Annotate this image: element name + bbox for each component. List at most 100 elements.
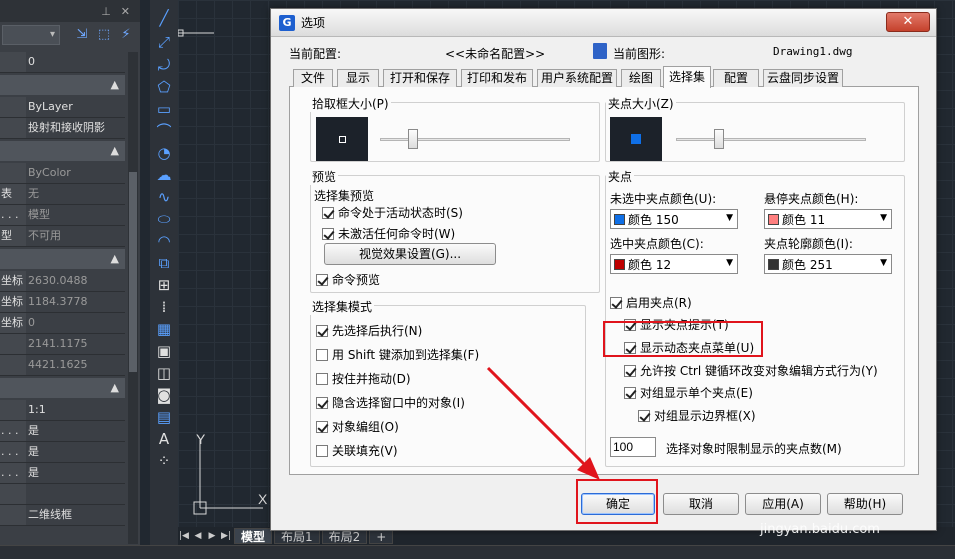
pin-icon[interactable]: ⊥ [101, 5, 111, 18]
property-row[interactable]: ByColor [0, 163, 125, 184]
ray-icon[interactable]: ⤢ [154, 32, 174, 52]
polygon-icon[interactable]: ⬠ [154, 77, 174, 97]
property-row[interactable] [0, 484, 125, 505]
ctrl-cycle-checkbox[interactable]: 允许按 Ctrl 键循环改变对象编辑方式行为(Y) [624, 362, 878, 379]
tab-cloud-sync[interactable]: 云盘同步设置 [763, 69, 843, 87]
ellipse-arc-icon[interactable]: ◠ [154, 231, 174, 251]
object-type-select[interactable]: ▾ [2, 25, 60, 45]
tab-open-save[interactable]: 打开和保存 [383, 69, 457, 87]
group-bbox-checkbox[interactable]: 对组显示边界框(X) [638, 407, 756, 424]
tab-model[interactable]: 模型 [234, 528, 273, 544]
property-group-header[interactable]: ▲ [0, 378, 125, 398]
property-row[interactable]: . . .是 [0, 442, 125, 463]
implied-window-checkbox[interactable]: 隐含选择窗口中的对象(I) [316, 394, 465, 411]
panel-scrollbar[interactable] [128, 52, 138, 544]
property-key: 表 [0, 184, 26, 204]
press-drag-checkbox[interactable]: 按住并拖动(D) [316, 370, 411, 387]
select-objects-icon[interactable]: ⬚ [96, 27, 112, 43]
next-tab-icon[interactable]: ▶ [206, 531, 218, 541]
help-button[interactable]: 帮助(H) [827, 493, 903, 515]
prev-tab-icon[interactable]: ◀ [192, 531, 204, 541]
tab-files[interactable]: 文件 [293, 69, 333, 87]
selected-color-select[interactable]: 颜色 12 ▼ [610, 254, 738, 274]
cancel-button[interactable]: 取消 [663, 493, 739, 515]
property-row[interactable]: 二维线框 [0, 505, 125, 526]
pickbox-slider-thumb[interactable] [408, 129, 418, 149]
property-row[interactable]: 1:1 [0, 400, 125, 421]
draw-toolbar: ╱ ⤢ ⤾ ⬠ ▭ ⌒ ◔ ☁ ∿ ⬭ ◠ ⧉ ⊞ ⁞ ▦ ▣ ◫ ◙ ▤ A … [150, 0, 178, 545]
mtext-icon[interactable]: A [154, 429, 174, 449]
tab-plot-publish[interactable]: 打印和发布 [461, 69, 533, 87]
property-value: 不可用 [26, 226, 125, 246]
property-row[interactable]: . . .是 [0, 421, 125, 442]
point-icon[interactable]: ⁞ [154, 297, 174, 317]
preview-when-active-checkbox[interactable]: 命令处于活动状态时(S) [322, 204, 463, 221]
property-group-header[interactable]: ▲ [0, 141, 125, 161]
property-row[interactable]: 型不可用 [0, 226, 125, 247]
close-icon[interactable]: ✕ [121, 5, 130, 18]
close-button[interactable]: ✕ [886, 12, 930, 32]
apply-button[interactable]: 应用(A) [745, 493, 821, 515]
object-grouping-checkbox[interactable]: 对象编组(O) [316, 418, 399, 435]
tab-selection[interactable]: 选择集 [663, 66, 711, 88]
unselected-color-select[interactable]: 颜色 150 ▼ [610, 209, 738, 229]
rectangle-icon[interactable]: ▭ [154, 99, 174, 119]
table-icon[interactable]: ▤ [154, 407, 174, 427]
line-icon[interactable]: ╱ [154, 8, 174, 28]
noun-verb-checkbox[interactable]: 先选择后执行(N) [316, 322, 422, 339]
preview-when-idle-checkbox[interactable]: 未激活任何命令时(W) [322, 225, 455, 242]
property-row[interactable]: 坐标 0 [0, 313, 125, 334]
single-group-grip-checkbox[interactable]: 对组显示单个夹点(E) [624, 384, 753, 401]
first-tab-icon[interactable]: |◀ [178, 531, 190, 541]
grip-size-slider-thumb[interactable] [714, 129, 724, 149]
hatch-icon[interactable]: ▦ [154, 319, 174, 339]
arc-icon[interactable]: ⌒ [154, 121, 174, 141]
grip-limit-input[interactable] [610, 437, 656, 457]
property-row[interactable]: 2141.1175 [0, 334, 125, 355]
cloud-icon[interactable]: ☁ [154, 165, 174, 185]
property-row[interactable]: 坐标 1184.3778 [0, 292, 125, 313]
property-row[interactable]: 0 [0, 52, 125, 73]
toggle-pickadd-icon[interactable]: ⇲ [74, 27, 90, 43]
grip-size-slider[interactable] [676, 129, 866, 149]
property-key [0, 400, 26, 420]
tab-profiles[interactable]: 配置 [713, 69, 759, 87]
property-row[interactable]: . . .是 [0, 463, 125, 484]
hover-color-select[interactable]: 颜色 11 ▼ [764, 209, 892, 229]
property-value: 0 [26, 52, 125, 72]
spline-icon[interactable]: ∿ [154, 187, 174, 207]
quick-select-icon[interactable]: ⚡ [118, 27, 134, 43]
property-row[interactable]: 4421.1625 [0, 355, 125, 376]
visual-effects-button[interactable]: 视觉效果设置(G)... [324, 243, 496, 265]
contour-color-select[interactable]: 颜色 251 ▼ [764, 254, 892, 274]
tab-display[interactable]: 显示 [337, 69, 379, 87]
property-row[interactable]: ByLayer [0, 97, 125, 118]
property-key: 坐标 [0, 271, 26, 291]
property-row[interactable]: . . . 模型 [0, 205, 125, 226]
property-row[interactable]: 坐标 2630.0488 [0, 271, 125, 292]
enable-grips-checkbox[interactable]: 启用夹点(R) [610, 294, 692, 311]
make-block-icon[interactable]: ⊞ [154, 275, 174, 295]
ellipse-icon[interactable]: ⬭ [154, 209, 174, 229]
associative-hatch-checkbox[interactable]: 关联填充(V) [316, 442, 398, 459]
property-row[interactable]: 投射和接收阴影 [0, 118, 125, 139]
command-preview-checkbox[interactable]: 命令预览 [316, 271, 380, 288]
grip-limit-label: 选择对象时限制显示的夹点数(M) [666, 442, 842, 456]
property-row[interactable]: 表无 [0, 184, 125, 205]
svg-text:X: X [258, 491, 268, 507]
property-group-header[interactable]: ▲ [0, 249, 125, 269]
scroll-thumb[interactable] [129, 172, 137, 372]
pickbox-slider[interactable] [380, 129, 570, 149]
add-selected-icon[interactable]: ⁘ [154, 451, 174, 471]
tab-user-prefs[interactable]: 用户系统配置 [537, 69, 617, 87]
polyline-icon[interactable]: ⤾ [154, 55, 174, 75]
tab-drafting[interactable]: 绘图 [621, 69, 661, 87]
insert-block-icon[interactable]: ⧉ [154, 253, 174, 273]
gradient-icon[interactable]: ▣ [154, 341, 174, 361]
table-icon-b[interactable]: ◙ [154, 385, 174, 405]
shift-add-checkbox[interactable]: 用 Shift 键添加到选择集(F) [316, 346, 479, 363]
last-tab-icon[interactable]: ▶| [220, 531, 232, 541]
region-icon[interactable]: ◫ [154, 363, 174, 383]
circle-icon[interactable]: ◔ [154, 143, 174, 163]
property-group-header[interactable]: ▲ [0, 75, 125, 95]
